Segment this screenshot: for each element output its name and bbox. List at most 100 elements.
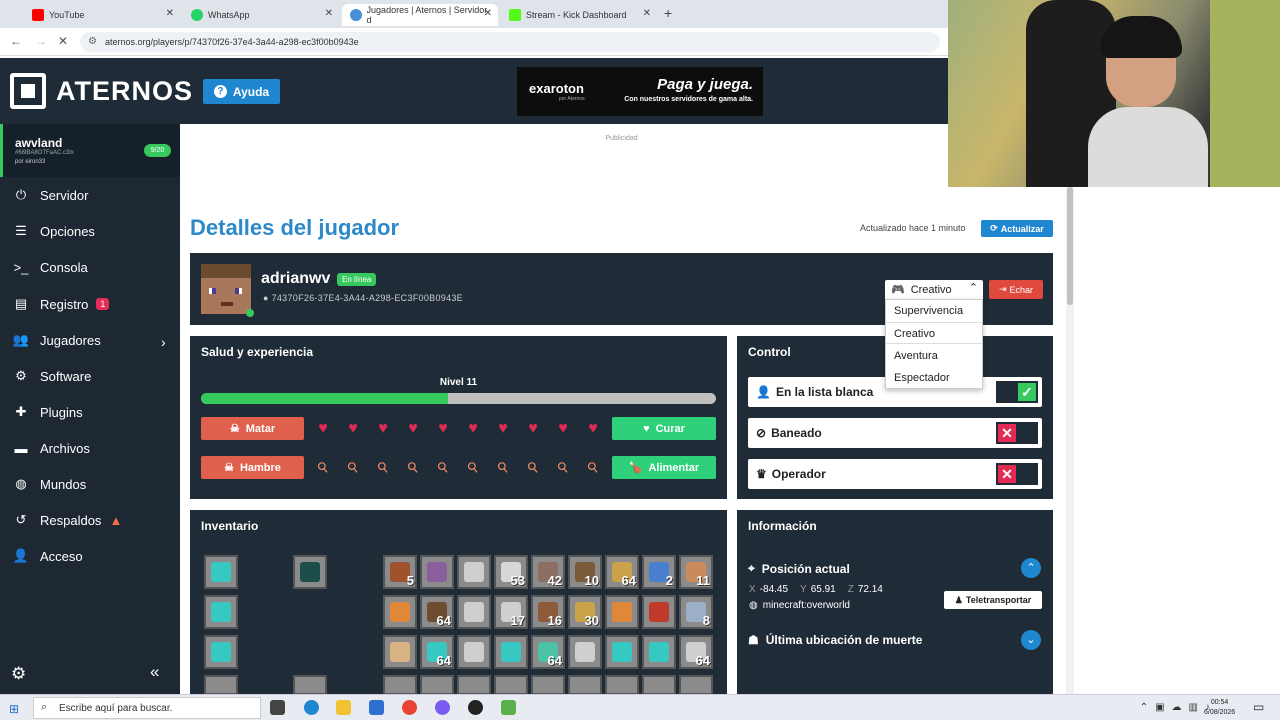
sidebar-item-servidor[interactable]: ⏻ Servidor — [12, 184, 89, 206]
inventory-slot[interactable] — [568, 635, 602, 669]
discord-icon[interactable] — [435, 700, 450, 715]
inventory-slot[interactable] — [457, 555, 491, 589]
teleport-button[interactable]: ♟ Teletransportar — [944, 591, 1042, 609]
gamemode-option-espectador[interactable]: Espectador — [886, 367, 982, 389]
kick-button[interactable]: ⇥ Echar — [989, 280, 1043, 299]
chevron-right-icon[interactable]: › — [161, 334, 166, 350]
file-explorer-icon[interactable] — [336, 700, 351, 715]
hotbar-slot[interactable] — [383, 675, 417, 695]
sidebar-item-archivos[interactable]: ▬ Archivos — [12, 437, 90, 459]
banned-toggle[interactable]: ✕ — [996, 422, 1038, 444]
inventory-slot[interactable] — [642, 635, 676, 669]
kill-button[interactable]: ☠ Matar — [201, 417, 304, 440]
sidebar-item-respaldos[interactable]: ↺ Respaldos ▲ — [12, 509, 123, 531]
sidebar-item-jugadores[interactable]: 👥 Jugadores — [12, 329, 101, 351]
inventory-slot[interactable]: 42 — [531, 555, 565, 589]
inventory-slot[interactable]: 64 — [531, 635, 565, 669]
inventory-slot[interactable]: 64 — [679, 635, 713, 669]
gamemode-option-creativo[interactable]: Creativo — [886, 322, 982, 344]
inventory-slot[interactable] — [494, 635, 528, 669]
inventory-slot[interactable]: 53 — [494, 555, 528, 589]
hotbar-slot[interactable] — [457, 675, 491, 695]
gamemode-select[interactable]: 🎮 Creativo ⌃ — [885, 280, 983, 299]
notifications-icon[interactable]: ▭ — [1253, 700, 1264, 714]
hotbar-slot[interactable] — [568, 675, 602, 695]
collapse-sidebar-icon[interactable]: « — [150, 662, 159, 682]
logo-text[interactable]: ATERNOS — [56, 76, 193, 107]
sidebar-item-registro[interactable]: ▤ Registro 1 — [12, 293, 110, 315]
inventory-slot[interactable]: 30 — [568, 595, 602, 629]
gamemode-option-supervivencia[interactable]: Supervivencia — [886, 300, 982, 322]
new-tab-button[interactable]: + — [664, 5, 672, 21]
tab-youtube[interactable]: YouTube ✕ — [24, 4, 180, 26]
inventory-slot[interactable]: 17 — [494, 595, 528, 629]
forward-icon[interactable]: → — [35, 34, 47, 48]
close-tab-icon[interactable]: ✕ — [166, 8, 174, 19]
inventory-slot[interactable]: 64 — [605, 555, 639, 589]
position-collapse-button[interactable]: ⌃ — [1021, 558, 1041, 578]
hotbar-slot[interactable] — [679, 675, 713, 695]
armor-slot-chestplate[interactable] — [204, 595, 238, 629]
ad-banner[interactable]: exaroton por Aternos Paga y juega. Con n… — [517, 67, 763, 116]
hotbar-slot[interactable] — [605, 675, 639, 695]
operator-toggle[interactable]: ✕ — [996, 463, 1038, 485]
inventory-slot[interactable]: 5 — [383, 555, 417, 589]
minecraft-icon[interactable] — [501, 700, 516, 715]
obs-icon[interactable] — [468, 700, 483, 715]
close-tab-icon[interactable]: ✕ — [484, 8, 492, 19]
hotbar-slot[interactable] — [531, 675, 565, 695]
inventory-slot[interactable]: 2 — [642, 555, 676, 589]
inventory-slot[interactable] — [605, 595, 639, 629]
tray-cloud-icon[interactable]: ☁ — [1172, 702, 1182, 713]
whitelist-toggle[interactable]: ✓ — [996, 381, 1038, 403]
hotbar-slot[interactable] — [420, 675, 454, 695]
windows-start-icon[interactable]: ⊞ — [9, 702, 19, 716]
gamemode-option-aventura[interactable]: Aventura — [886, 345, 982, 367]
back-icon[interactable]: ← — [10, 34, 22, 48]
inventory-slot[interactable] — [457, 595, 491, 629]
inventory-slot[interactable] — [420, 555, 454, 589]
close-tab-icon[interactable]: ✕ — [325, 8, 333, 19]
hotbar-slot[interactable] — [494, 675, 528, 695]
inventory-slot[interactable] — [383, 635, 417, 669]
sidebar-item-plugins[interactable]: ✚ Plugins — [12, 401, 83, 423]
hunger-button[interactable]: ☠ Hambre — [201, 456, 304, 479]
clock[interactable]: 00:54 6/08/2026 — [1204, 698, 1235, 718]
sidebar-item-opciones[interactable]: ☰ Opciones — [12, 220, 95, 242]
scrollbar-thumb[interactable] — [1067, 187, 1073, 305]
inventory-slot[interactable]: 64 — [420, 635, 454, 669]
site-info-icon[interactable]: ⚙ — [88, 36, 97, 47]
refresh-button[interactable]: ⟳ Actualizar — [981, 220, 1053, 237]
armor-slot-helmet[interactable] — [204, 555, 238, 589]
taskbar-search[interactable]: ⌕ Escribe aquí para buscar. — [33, 697, 261, 719]
sidebar-item-consola[interactable]: >_ Consola — [12, 256, 88, 278]
inventory-slot[interactable] — [642, 595, 676, 629]
tray-network-icon[interactable]: ▥ — [1189, 702, 1198, 713]
inventory-slot[interactable]: 64 — [420, 595, 454, 629]
inventory-slot[interactable]: 10 — [568, 555, 602, 589]
hotbar-slot[interactable] — [642, 675, 676, 695]
edge-icon[interactable] — [304, 700, 319, 715]
aternos-logo-icon[interactable] — [10, 73, 46, 109]
feed-button[interactable]: 🍗 Alimentar — [612, 456, 716, 479]
sidebar-item-acceso[interactable]: 👤 Acceso — [12, 545, 83, 567]
settings-gear-icon[interactable]: ⚙ — [11, 664, 26, 684]
tab-whatsapp[interactable]: WhatsApp ✕ — [183, 4, 339, 26]
heal-button[interactable]: ♥ Curar — [612, 417, 716, 440]
offhand-slot[interactable] — [293, 555, 327, 589]
close-tab-icon[interactable]: ✕ — [643, 8, 651, 19]
armor-slot-leggings[interactable] — [204, 635, 238, 669]
inventory-slot[interactable]: 8 — [679, 595, 713, 629]
tray-chevron-icon[interactable]: ⌃ — [1140, 702, 1148, 713]
extra-slot[interactable] — [293, 675, 327, 695]
inventory-slot[interactable] — [383, 595, 417, 629]
server-info[interactable]: awvland #6i9BA8OTFaAC.c3lx por eiron33 9… — [0, 124, 180, 177]
url-input[interactable]: ⚙ aternos.org/players/p/74370f26-37e4-3a… — [80, 32, 940, 52]
sidebar-item-mundos[interactable]: ◍ Mundos — [12, 473, 86, 495]
task-view-icon[interactable] — [270, 700, 285, 715]
death-expand-button[interactable]: ⌄ — [1021, 630, 1041, 650]
store-icon[interactable] — [369, 700, 384, 715]
tab-aternos[interactable]: Jugadores | Aternos | Servidor d ✕ — [342, 4, 498, 26]
chrome-icon[interactable] — [402, 700, 417, 715]
inventory-slot[interactable] — [457, 635, 491, 669]
